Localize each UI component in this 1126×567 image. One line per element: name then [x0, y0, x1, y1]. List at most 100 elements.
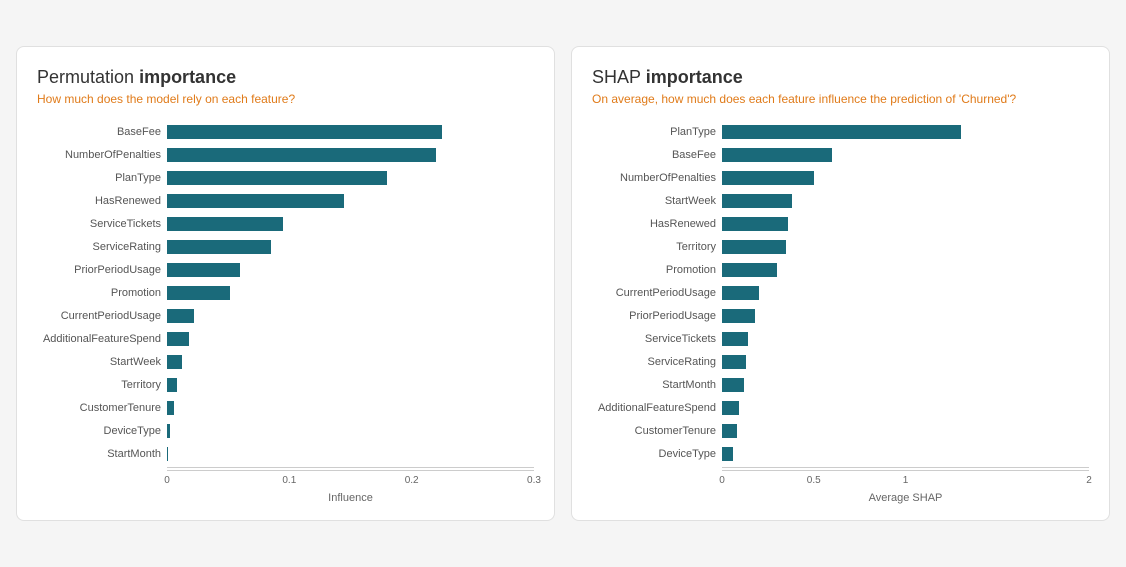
bar-label: CurrentPeriodUsage — [592, 287, 722, 299]
bar-track — [167, 125, 534, 139]
bar-fill — [167, 286, 230, 300]
shap-ticks: 00.512 — [722, 471, 1089, 491]
axis-tick: 0 — [164, 475, 170, 486]
bar-fill — [722, 286, 759, 300]
bar-track — [722, 286, 1089, 300]
bar-fill — [167, 401, 174, 415]
bar-track — [722, 240, 1089, 254]
bar-row: ServiceRating — [37, 237, 534, 257]
shap-axis-area: 00.512 — [722, 470, 1089, 490]
permutation-title: Permutation importance — [37, 67, 534, 88]
axis-tick: 2 — [1086, 475, 1092, 486]
shap-card: SHAP importance On average, how much doe… — [571, 46, 1110, 521]
bar-row: StartWeek — [592, 191, 1089, 211]
permutation-chart-area: BaseFeeNumberOfPenaltiesPlanTypeHasRenew… — [37, 122, 534, 504]
bar-track — [722, 309, 1089, 323]
bar-row: PlanType — [37, 168, 534, 188]
bar-track — [167, 332, 534, 346]
bar-fill — [167, 332, 189, 346]
bar-row: PriorPeriodUsage — [37, 260, 534, 280]
bar-track — [167, 401, 534, 415]
axis-tick: 0 — [719, 475, 725, 486]
bar-fill — [722, 148, 832, 162]
bar-track — [722, 378, 1089, 392]
bar-row: HasRenewed — [592, 214, 1089, 234]
bar-row: CustomerTenure — [37, 398, 534, 418]
bar-row: AdditionalFeatureSpend — [592, 398, 1089, 418]
bar-fill — [167, 240, 271, 254]
bar-fill — [167, 171, 387, 185]
bar-fill — [167, 263, 240, 277]
bar-label: PriorPeriodUsage — [592, 310, 722, 322]
bar-fill — [722, 125, 961, 139]
bar-row: StartMonth — [37, 444, 534, 464]
bar-row: PriorPeriodUsage — [592, 306, 1089, 326]
bar-track — [167, 309, 534, 323]
bar-fill — [722, 447, 733, 461]
bar-row: ServiceTickets — [592, 329, 1089, 349]
bar-fill — [722, 194, 792, 208]
bar-row: StartWeek — [37, 352, 534, 372]
bar-track — [167, 424, 534, 438]
bar-row: CurrentPeriodUsage — [37, 306, 534, 326]
permutation-bars: BaseFeeNumberOfPenaltiesPlanTypeHasRenew… — [37, 122, 534, 464]
bar-label: CurrentPeriodUsage — [37, 310, 167, 322]
bar-fill — [722, 424, 737, 438]
shap-bars: PlanTypeBaseFeeNumberOfPenaltiesStartWee… — [592, 122, 1089, 464]
bar-label: DeviceType — [37, 425, 167, 437]
permutation-ticks: 00.10.20.3 — [167, 471, 534, 491]
bar-fill — [167, 355, 182, 369]
bar-fill — [167, 125, 442, 139]
bar-row: Promotion — [37, 283, 534, 303]
bar-label: PriorPeriodUsage — [37, 264, 167, 276]
axis-tick: 0.3 — [527, 475, 541, 486]
bar-row: PlanType — [592, 122, 1089, 142]
bar-fill — [722, 401, 739, 415]
bar-label: Territory — [592, 241, 722, 253]
bar-fill — [722, 378, 744, 392]
bar-label: ServiceTickets — [37, 218, 167, 230]
bar-label: HasRenewed — [37, 195, 167, 207]
bar-label: StartMonth — [592, 379, 722, 391]
bar-fill — [722, 355, 746, 369]
bar-track — [722, 332, 1089, 346]
bar-track — [722, 194, 1089, 208]
bar-track — [722, 355, 1089, 369]
bar-track — [167, 286, 534, 300]
bar-track — [167, 194, 534, 208]
bar-label: NumberOfPenalties — [37, 149, 167, 161]
permutation-subtitle: How much does the model rely on each fea… — [37, 92, 534, 106]
bar-label: DeviceType — [592, 448, 722, 460]
bar-label: PlanType — [592, 126, 722, 138]
bar-row: HasRenewed — [37, 191, 534, 211]
bar-row: ServiceTickets — [37, 214, 534, 234]
bar-fill — [167, 217, 283, 231]
shap-axis-line — [722, 467, 1089, 468]
bar-track — [167, 148, 534, 162]
bar-label: StartWeek — [592, 195, 722, 207]
bar-track — [722, 125, 1089, 139]
bar-label: Promotion — [37, 287, 167, 299]
bar-label: StartMonth — [37, 448, 167, 460]
bar-track — [167, 171, 534, 185]
bar-label: ServiceRating — [592, 356, 722, 368]
bar-label: Promotion — [592, 264, 722, 276]
bar-fill — [167, 194, 344, 208]
charts-container: Permutation importance How much does the… — [16, 46, 1110, 521]
permutation-axis-label: Influence — [167, 492, 534, 504]
bar-label: AdditionalFeatureSpend — [37, 333, 167, 345]
shap-axis-label: Average SHAP — [722, 492, 1089, 504]
bar-track — [722, 447, 1089, 461]
bar-fill — [167, 424, 170, 438]
bar-label: AdditionalFeatureSpend — [592, 402, 722, 414]
bar-track — [167, 263, 534, 277]
bar-label: ServiceTickets — [592, 333, 722, 345]
bar-row: NumberOfPenalties — [37, 145, 534, 165]
bar-row: AdditionalFeatureSpend — [37, 329, 534, 349]
permutation-card: Permutation importance How much does the… — [16, 46, 555, 521]
bar-fill — [722, 263, 777, 277]
bar-fill — [167, 447, 168, 461]
axis-tick: 0.5 — [807, 475, 821, 486]
bar-track — [167, 217, 534, 231]
shap-subtitle: On average, how much does each feature i… — [592, 92, 1089, 106]
